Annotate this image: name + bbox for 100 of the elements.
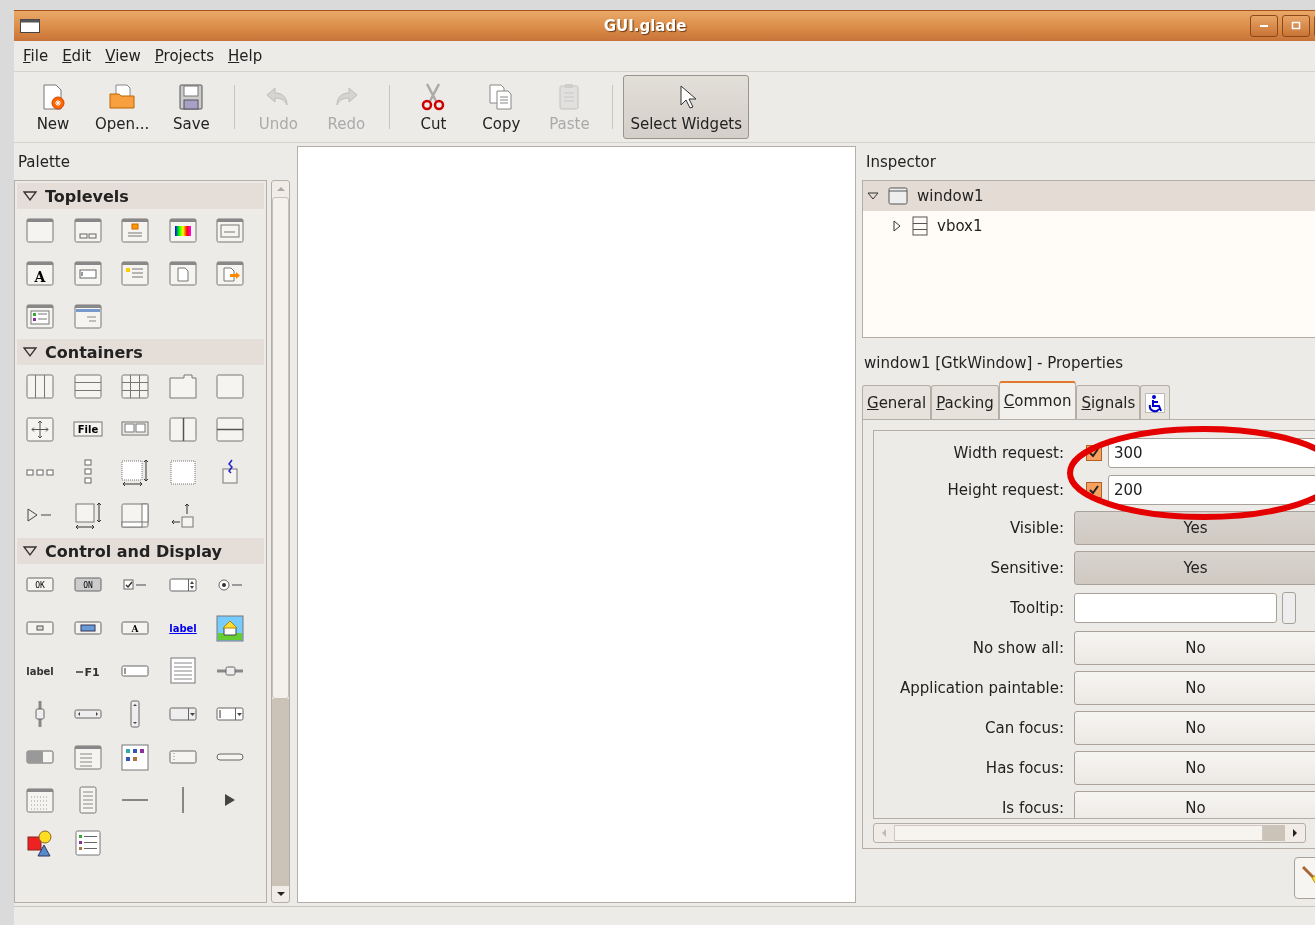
toolbar-button[interactable]: New — [20, 75, 86, 139]
split-rows-icon[interactable] — [215, 414, 245, 444]
table-grid-icon[interactable] — [120, 371, 150, 401]
scrollbar[interactable] — [873, 823, 1306, 843]
list-window-icon[interactable] — [25, 301, 55, 331]
font-window-icon[interactable]: A — [25, 258, 55, 288]
toolbar-button[interactable]: Open... — [88, 75, 157, 139]
panel-title: Inspector — [865, 152, 937, 173]
tree-item[interactable]: vbox1 — [863, 211, 1315, 241]
edit-button[interactable] — [1282, 592, 1296, 624]
number-field[interactable]: 200 — [1108, 474, 1315, 505]
category-label: Control and Display — [45, 541, 222, 561]
category-header[interactable]: Toplevels — [17, 183, 264, 209]
scrollbar-thumb[interactable] — [894, 825, 1263, 841]
minimize-button[interactable] — [1250, 15, 1278, 37]
toolbar-button[interactable]: Select Widgets — [623, 75, 750, 139]
form-window-icon[interactable] — [215, 215, 245, 245]
toggle-button[interactable]: No — [1074, 791, 1315, 818]
toggle-button[interactable]: No — [1074, 671, 1315, 705]
expander-open-icon — [23, 346, 37, 358]
toggle-button[interactable]: Yes — [1074, 551, 1315, 585]
expander-open-icon[interactable] — [867, 190, 879, 202]
property-label: Height request: — [946, 480, 1065, 499]
shapes-icon[interactable] — [25, 828, 55, 858]
notebook-icon[interactable] — [167, 371, 198, 401]
tab[interactable]: Common — [998, 381, 1077, 419]
image-icon[interactable] — [215, 613, 245, 643]
color-window-icon[interactable] — [167, 215, 198, 245]
frame-box-icon[interactable] — [215, 371, 245, 401]
alignment-icon[interactable] — [72, 500, 103, 530]
scrollbar[interactable] — [271, 180, 290, 903]
menu-item[interactable]: Projects — [154, 47, 214, 65]
toggle-button[interactable]: No — [1074, 751, 1315, 785]
property-label: Sensitive: — [989, 559, 1065, 577]
scrolled-box-icon[interactable] — [120, 500, 150, 530]
property-label: Visible: — [1008, 519, 1065, 537]
dialog-window-icon[interactable] — [72, 215, 103, 245]
expander-open-icon — [23, 545, 37, 557]
scroll-left-icon[interactable] — [880, 828, 888, 838]
toolbar-button[interactable]: Save — [158, 75, 225, 139]
export-window-icon[interactable] — [215, 258, 245, 288]
menu-item[interactable]: Edit — [62, 47, 92, 65]
row-box-icon[interactable] — [72, 371, 103, 401]
folder-icon — [107, 81, 138, 112]
entry-window-icon[interactable] — [72, 258, 103, 288]
property-label: Tooltip: — [1009, 599, 1065, 617]
toggle-button[interactable]: Yes — [1074, 511, 1315, 545]
property-label: Width request: — [952, 443, 1065, 462]
expander-open-icon — [23, 190, 37, 202]
property-label: Is focus: — [1000, 799, 1065, 817]
maximize-button[interactable] — [1282, 15, 1310, 37]
text-view-icon[interactable] — [167, 656, 198, 686]
icon-view-icon[interactable] — [120, 742, 150, 772]
toggle-button[interactable]: No — [1074, 711, 1315, 745]
number-field[interactable]: 300 — [1108, 437, 1315, 468]
property-label: Application paintable: — [899, 679, 1065, 697]
viewport-icon[interactable] — [120, 457, 150, 487]
text-field[interactable] — [1074, 593, 1277, 623]
scroll-right-icon[interactable] — [1291, 828, 1299, 838]
toolbar-button[interactable]: Copy — [468, 75, 535, 139]
scroll-up-icon[interactable] — [275, 185, 286, 193]
page-window-icon[interactable] — [167, 258, 198, 288]
menu-item[interactable]: View — [105, 47, 141, 65]
maximize-icon — [1291, 21, 1301, 31]
properties-title: window1 [GtkWindow] - Properties — [863, 353, 1124, 374]
text-label-icon[interactable]: label — [25, 656, 55, 686]
move-arrows-icon[interactable] — [25, 414, 55, 444]
checkmark-icon — [1088, 483, 1100, 496]
minimize-icon — [1260, 25, 1268, 27]
panel-title: Palette — [17, 152, 71, 173]
window-icon — [888, 187, 908, 205]
category-label: Toplevels — [45, 186, 129, 206]
toggle-button[interactable]: No — [1074, 631, 1315, 665]
tab[interactable]: Packing — [931, 385, 999, 419]
tree-view-icon[interactable] — [72, 742, 103, 772]
link-icon[interactable]: label — [167, 613, 198, 643]
tab[interactable]: Signals — [1076, 385, 1141, 419]
calendar-icon[interactable] — [25, 785, 55, 815]
property-label: Has focus: — [984, 759, 1065, 777]
window-icon — [20, 19, 40, 33]
tab[interactable]: General — [862, 385, 932, 419]
category-header[interactable]: Containers — [17, 339, 264, 365]
tree-item[interactable]: window1 — [863, 181, 1315, 211]
toolbar-button[interactable]: Cut — [400, 75, 467, 139]
category-header[interactable]: Control and Display — [17, 538, 264, 564]
property-label: Can focus: — [983, 719, 1065, 737]
property-label: No show all: — [971, 639, 1065, 657]
column-box-icon[interactable] — [25, 371, 55, 401]
scroll-down-icon[interactable] — [275, 890, 286, 898]
message-window-icon[interactable] — [120, 258, 150, 288]
menu-item[interactable]: Help — [227, 47, 263, 65]
window-icon[interactable] — [25, 215, 55, 245]
list-items-icon[interactable] — [72, 828, 103, 858]
about-window-icon[interactable] — [120, 215, 150, 245]
menu-item[interactable]: File — [23, 47, 49, 65]
split-columns-icon[interactable] — [167, 414, 198, 444]
tab[interactable] — [1140, 385, 1171, 419]
scrollbar-thumb[interactable] — [272, 197, 289, 699]
expander-closed-icon[interactable] — [891, 220, 903, 232]
bar-window-icon[interactable] — [72, 301, 103, 331]
